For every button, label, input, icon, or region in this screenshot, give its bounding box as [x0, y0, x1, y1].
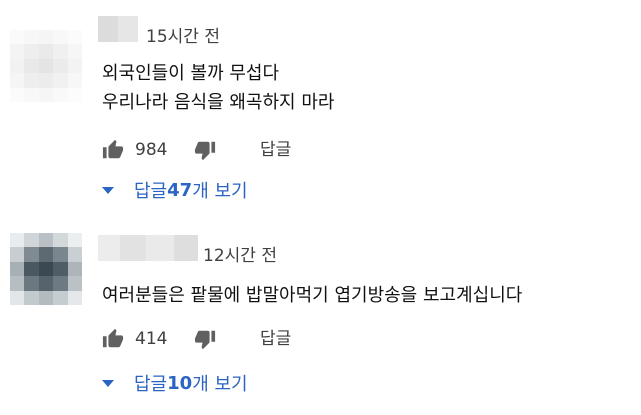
caret-down-icon — [102, 186, 114, 194]
reply-count: 47 — [167, 179, 193, 201]
comment-line: 우리나라 음식을 왜곡하지 마라 — [102, 92, 335, 113]
author-name[interactable] — [98, 235, 198, 261]
avatar[interactable] — [10, 233, 82, 305]
view-replies-prefix: 답글 — [134, 374, 168, 395]
reply-button[interactable]: 답글 — [260, 328, 291, 350]
thumbs-up-icon[interactable] — [102, 328, 124, 350]
reply-button[interactable]: 답글 — [260, 139, 291, 161]
avatar[interactable] — [10, 30, 82, 102]
comment-text: 외국인들이 볼까 무섭다 우리나라 음식을 왜곡하지 마라 — [102, 59, 334, 117]
author-name[interactable] — [98, 16, 138, 42]
timestamp[interactable]: 15시간 전 — [146, 26, 220, 48]
view-replies-button[interactable]: 답글 47 개 보기 — [100, 177, 248, 203]
view-replies-button[interactable]: 답글 10 개 보기 — [100, 370, 248, 396]
comment-actions: 414 답글 — [102, 328, 402, 352]
comment-actions: 984 답글 — [102, 139, 402, 163]
timestamp[interactable]: 12시간 전 — [203, 245, 277, 267]
comment-line: 외국인들이 볼까 무섭다 — [102, 63, 280, 84]
thumbs-up-icon[interactable] — [102, 139, 124, 161]
thumbs-down-icon[interactable] — [194, 139, 216, 161]
like-count: 984 — [135, 140, 168, 160]
view-replies-prefix: 답글 — [134, 181, 168, 202]
comment-line: 여러분들은 팥물에 밥말아먹기 엽기방송을 보고계십니다 — [102, 285, 523, 306]
view-replies-suffix: 개 보기 — [192, 181, 248, 202]
thumbs-down-icon[interactable] — [194, 328, 216, 350]
comment-text: 여러분들은 팥물에 밥말아먹기 엽기방송을 보고계십니다 — [102, 281, 522, 310]
view-replies-suffix: 개 보기 — [192, 374, 248, 395]
reply-count: 10 — [167, 372, 193, 394]
comment: 12시간 전 여러분들은 팥물에 밥말아먹기 엽기방송을 보고계십니다 414 … — [0, 207, 641, 415]
like-count: 414 — [135, 329, 168, 349]
comment: 15시간 전 외국인들이 볼까 무섭다 우리나라 음식을 왜곡하지 마라 984… — [0, 0, 641, 207]
caret-down-icon — [102, 379, 114, 387]
